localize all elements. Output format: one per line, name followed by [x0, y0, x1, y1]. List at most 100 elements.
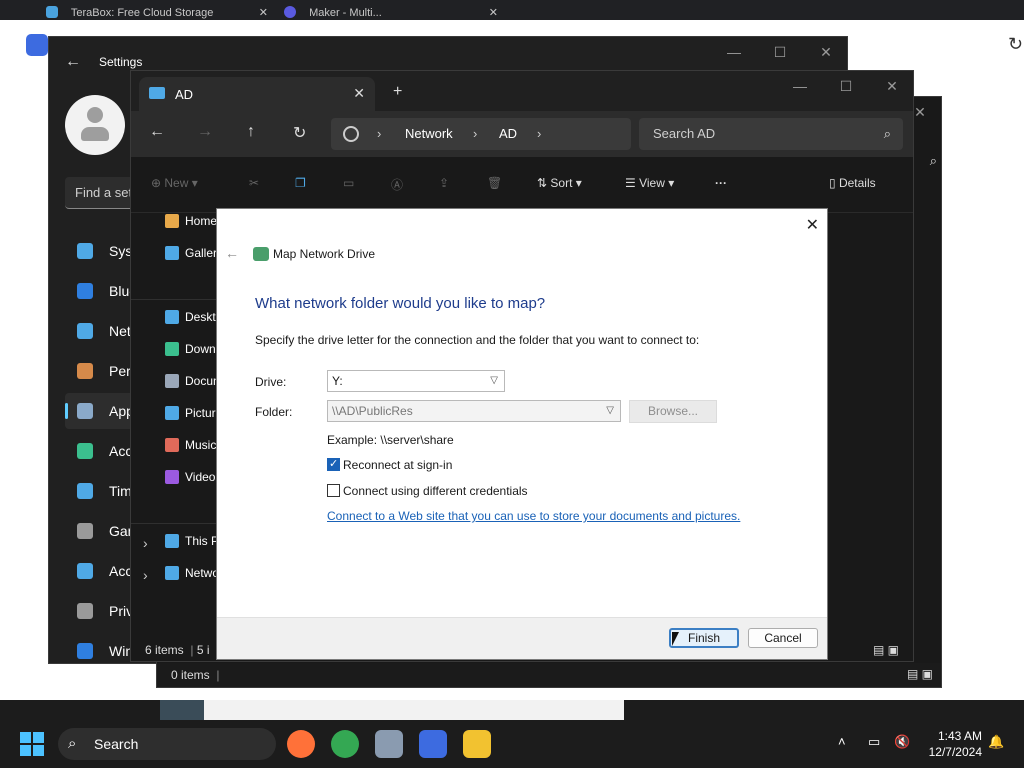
checkbox-unchecked[interactable] — [327, 484, 340, 497]
new-tab-icon[interactable]: + — [393, 83, 402, 101]
nav-item[interactable]: Desktop — [163, 303, 223, 331]
close-button[interactable]: ✕ — [869, 71, 915, 101]
breadcrumb-ad[interactable]: AD — [499, 118, 517, 150]
status-bar: 0 items | ▤ ▣ — [157, 663, 941, 687]
drive-select[interactable]: Y: ▽ — [327, 370, 505, 392]
monitor-icon — [77, 243, 93, 259]
back-arrow-icon[interactable]: ← — [225, 245, 239, 261]
tree-item[interactable]: Network — [163, 559, 223, 587]
close-icon[interactable]: ✕ — [489, 6, 498, 20]
system-clock[interactable]: 1:43 AM 12/7/2024 — [922, 728, 982, 760]
clock-date: 12/7/2024 — [928, 745, 982, 759]
cut-icon[interactable]: ✂ — [249, 176, 259, 190]
web-site-link[interactable]: Connect to a Web site that you can use t… — [327, 509, 740, 523]
nav-item[interactable]: Downloads — [163, 335, 223, 363]
chevron-down-icon: ▽ — [606, 405, 614, 416]
nav-item[interactable]: Pictures — [163, 399, 223, 427]
clock-icon — [77, 483, 93, 499]
brush-icon — [77, 363, 93, 379]
delete-icon[interactable]: 🗑 — [487, 176, 502, 190]
up-icon[interactable]: ↑ — [247, 123, 255, 141]
bluetooth-icon — [77, 283, 93, 299]
refresh-icon[interactable]: ↻ — [293, 123, 306, 143]
new-button[interactable]: ⊕ New ▾ — [151, 176, 198, 190]
shield-icon — [77, 603, 93, 619]
drive-label: Drive: — [255, 375, 287, 389]
nav-item[interactable]: Gallery — [163, 239, 223, 267]
nav-item[interactable]: Home — [163, 207, 223, 235]
paste-icon[interactable]: ▭ — [343, 176, 354, 190]
firefox-icon[interactable] — [287, 730, 315, 758]
credentials-checkbox[interactable]: Connect using different credentials — [327, 484, 528, 498]
dialog-description: Specify the drive letter for the connect… — [255, 333, 700, 347]
browser-tab[interactable]: Maker - Multi... ✕ — [284, 6, 498, 20]
notification-bell-icon[interactable]: 🔔 — [988, 734, 1004, 750]
command-bar: ⊕ New ▾ ✂ ❐ ▭ Ⓐ ⇪ 🗑 ⇅ Sort ▾ ☰ View ▾ ··… — [131, 157, 913, 213]
nav-item[interactable]: Documents — [163, 367, 223, 395]
chrome-icon[interactable] — [331, 730, 359, 758]
volume-muted-icon[interactable]: 🔇 — [894, 734, 910, 750]
nav-item[interactable]: Videos — [163, 463, 223, 491]
close-icon[interactable]: ✕ — [806, 215, 819, 235]
view-toggle-icon[interactable]: ▤ ▣ — [907, 667, 933, 681]
download-icon — [165, 342, 179, 356]
minimize-button[interactable]: — — [711, 37, 757, 67]
apps-icon — [77, 403, 93, 419]
avatar[interactable] — [65, 95, 125, 155]
browse-button[interactable]: Browse... — [629, 400, 717, 423]
sort-button[interactable]: ⇅ Sort ▾ — [537, 176, 582, 190]
computer-icon — [149, 87, 165, 99]
clock-time: 1:43 AM — [937, 729, 982, 743]
cancel-button[interactable]: Cancel — [748, 628, 818, 648]
chevron-right-icon[interactable]: › — [143, 567, 148, 583]
nav-item-label: Music — [185, 438, 217, 452]
copy-icon[interactable]: ❐ — [295, 176, 306, 190]
back-icon[interactable]: ← — [149, 123, 165, 141]
file-explorer-icon[interactable] — [463, 730, 491, 758]
windows-start-icon[interactable] — [20, 732, 44, 756]
wifi-icon — [77, 323, 93, 339]
view-button[interactable]: ☰ View ▾ — [625, 176, 674, 190]
credentials-label: Connect using different credentials — [343, 484, 528, 498]
chevron-up-icon[interactable]: ˄ — [838, 734, 846, 749]
search-icon[interactable]: ⌕ — [930, 153, 937, 169]
reload-icon[interactable]: ↻ — [1008, 34, 1023, 55]
close-icon[interactable]: ✕ — [259, 6, 268, 20]
network-drive-icon — [253, 247, 269, 261]
finish-button[interactable]: Finish — [669, 628, 739, 648]
minimize-button[interactable]: — — [777, 71, 823, 101]
search-input[interactable]: Search AD ⌕ — [639, 118, 903, 150]
folder-input[interactable]: \\AD\PublicRes ▽ — [327, 400, 621, 422]
browser-tab[interactable]: TeraBox: Free Cloud Storage ✕ — [46, 6, 268, 20]
reconnect-checkbox[interactable]: Reconnect at sign-in — [327, 457, 453, 472]
maximize-button[interactable]: ☐ — [757, 37, 803, 67]
explorer-tab[interactable]: AD ✕ — [139, 77, 375, 111]
breadcrumb-network[interactable]: Network — [405, 118, 453, 150]
checkbox-checked[interactable] — [327, 457, 340, 471]
network-globe-icon — [343, 126, 359, 142]
taskbar-search[interactable]: ⌕ Search — [58, 728, 276, 760]
terabox-icon[interactable] — [419, 730, 447, 758]
close-button[interactable]: ✕ — [803, 37, 849, 67]
close-tab-icon[interactable]: ✕ — [353, 85, 365, 102]
address-bar[interactable]: › Network › AD › — [331, 118, 631, 150]
more-options-icon[interactable]: ··· — [715, 176, 727, 190]
reconnect-label: Reconnect at sign-in — [343, 458, 453, 472]
rename-icon[interactable]: Ⓐ — [391, 176, 403, 193]
music-icon — [165, 438, 179, 452]
terabox-tab-icon — [46, 6, 58, 18]
back-arrow-icon[interactable]: ← — [65, 53, 81, 71]
nav-item[interactable]: Music — [163, 431, 223, 459]
chevron-right-icon[interactable]: › — [143, 535, 148, 551]
forward-icon[interactable]: → — [197, 123, 213, 141]
dialog-title: Map Network Drive — [273, 247, 376, 261]
maximize-button[interactable]: ☐ — [823, 71, 869, 101]
explorer-tab-strip: AD ✕ + — ☐ ✕ — [131, 71, 913, 111]
sort-label: Sort — [550, 176, 573, 190]
view-toggle-icon[interactable]: ▤ ▣ — [873, 643, 899, 657]
details-button[interactable]: ▯ Details — [829, 176, 876, 190]
settings-gear-icon[interactable] — [375, 730, 403, 758]
network-icon[interactable]: ▭ — [868, 734, 880, 750]
tree-item[interactable]: This PC — [163, 527, 223, 555]
share-icon[interactable]: ⇪ — [439, 176, 449, 190]
